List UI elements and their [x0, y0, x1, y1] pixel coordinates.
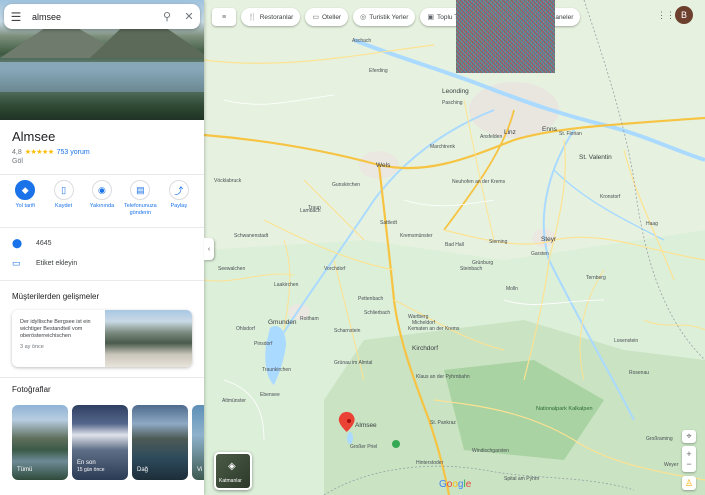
collapse-panel-button[interactable]: ‹: [204, 238, 214, 260]
chip-attractions-label: Turistik Yerler: [369, 13, 409, 21]
location-icon: ⬤: [12, 237, 23, 248]
transit-icon: ▣: [427, 14, 434, 21]
chip-restaurants[interactable]: 🍴 Restoranlar: [241, 8, 301, 26]
rating-row: 4,8 ★★★★★ 753 yorum: [12, 148, 90, 157]
fork-knife-icon: 🍴: [248, 14, 257, 21]
layers-menu-button[interactable]: ≡: [212, 8, 236, 26]
place-panel: ☰ almsee ⚲ ✕ Almsee 4,8 ★★★★★ 753 yorum …: [0, 0, 204, 495]
share-button[interactable]: ⤴ Paylaş: [161, 180, 197, 222]
pegman-icon: ♙: [684, 477, 694, 488]
photo-tile-label: Vi: [197, 466, 203, 473]
pegman-button[interactable]: ♙: [682, 476, 696, 490]
my-location-button[interactable]: ⌖: [682, 430, 696, 443]
search-input[interactable]: almsee: [28, 12, 156, 22]
nearby-button[interactable]: ◉ Yakınında: [84, 180, 120, 222]
place-category: Göl: [12, 158, 23, 165]
chip-hotels[interactable]: ▭ Oteller: [305, 8, 349, 26]
nearby-label: Yakınında: [89, 203, 115, 209]
save-label: Kaydet: [55, 203, 73, 209]
close-icon[interactable]: ✕: [178, 4, 200, 29]
share-icon: ⤴: [168, 180, 189, 200]
search-bar[interactable]: ☰ almsee ⚲ ✕: [4, 4, 200, 29]
google-logo: Google: [439, 479, 472, 490]
photo-tile-label: En son: [77, 459, 96, 466]
add-label-row[interactable]: ▭ Etiket ekleyin: [0, 254, 204, 272]
send-to-phone-label: Telefonunuza gönderin: [123, 203, 157, 216]
directions-button[interactable]: ◆ Yol tarifi: [7, 180, 43, 222]
zoom-controls: + −: [682, 446, 696, 472]
directions-label: Yol tarifi: [15, 203, 35, 209]
hamburger-menu-icon[interactable]: ☰: [4, 4, 28, 29]
bed-icon: ▭: [312, 14, 319, 21]
apps-grid-icon[interactable]: ⋮⋮: [657, 10, 675, 20]
divider: [0, 174, 204, 175]
zoom-out-button[interactable]: −: [686, 459, 691, 469]
plus-code: 4645: [36, 239, 52, 247]
highlight-card[interactable]: Der idyllische Bergsee ist ein wichtiger…: [12, 310, 192, 367]
chip-restaurants-label: Restoranlar: [259, 13, 294, 21]
plus-code-row[interactable]: ⬤ 4645: [0, 234, 204, 252]
divider: [0, 227, 204, 228]
layers-label: Katmanlar: [219, 478, 242, 484]
photo-tile-label: Tümü: [17, 466, 33, 473]
send-to-phone-button[interactable]: ▤ Telefonunuza gönderin: [122, 180, 158, 222]
highlights-title: Müşterilerden gelişmeler: [12, 292, 100, 301]
place-title: Almsee: [12, 129, 56, 144]
search-icon[interactable]: ⚲: [156, 4, 178, 29]
layers-icon: ≡: [221, 13, 227, 21]
chip-pharmacies-label: zaneler: [552, 13, 574, 21]
highlight-photo: [105, 310, 192, 367]
map-graphics: [204, 0, 705, 495]
noise-overlay: [456, 0, 555, 73]
add-label-text: Etiket ekleyin: [36, 259, 78, 267]
share-label: Paylaş: [170, 203, 187, 209]
photo-tile-latest[interactable]: En son 15 gün önce: [72, 405, 128, 480]
avatar[interactable]: B: [675, 6, 693, 24]
photo-strip: Tümü En son 15 gün önce Dağ Vi: [12, 405, 204, 480]
crosshair-icon: ⌖: [686, 431, 692, 441]
directions-icon: ◆: [15, 180, 36, 200]
bookmark-icon: ▯: [53, 180, 74, 200]
chip-hotels-label: Oteller: [321, 13, 342, 21]
divider: [0, 280, 204, 281]
layers-icon: ◈: [228, 461, 236, 472]
send-to-phone-icon: ▤: [130, 180, 151, 200]
highlight-date: 3 ay önce: [20, 344, 44, 350]
photo-tile-mountain[interactable]: Dağ: [132, 405, 188, 480]
photo-tile-label: Dağ: [137, 466, 149, 473]
highlight-text: Der idyllische Bergsee ist ein wichtiger…: [20, 319, 91, 340]
star-rating-icon: ★★★★★: [24, 149, 54, 156]
label-icon: ▭: [12, 257, 21, 268]
save-button[interactable]: ▯ Kaydet: [46, 180, 82, 222]
chip-attractions[interactable]: ◎ Turistik Yerler: [353, 8, 416, 26]
nearby-icon: ◉: [91, 180, 112, 200]
photo-tile-sub: 15 gün önce: [77, 466, 105, 473]
maps-window: Linz Wels Enns St. Valentin Steyr Kirchd…: [0, 0, 705, 495]
chevron-left-icon: ‹: [207, 245, 211, 253]
layers-button[interactable]: ◈ Katmanlar: [214, 452, 252, 490]
action-bar: ◆ Yol tarifi ▯ Kaydet ◉ Yakınında ▤ Tele…: [0, 180, 204, 222]
photo-tile-all[interactable]: Tümü: [12, 405, 68, 480]
camera-icon: ◎: [360, 14, 367, 21]
photos-title: Fotoğraflar: [12, 385, 51, 394]
avatar-initial: B: [680, 10, 687, 20]
divider: [0, 377, 204, 378]
photo-tile-more[interactable]: Vi: [192, 405, 204, 480]
rating-value: 4,8: [12, 148, 22, 156]
reviews-link[interactable]: 753 yorum: [57, 149, 90, 156]
map-canvas[interactable]: Linz Wels Enns St. Valentin Steyr Kirchd…: [204, 0, 705, 495]
zoom-in-button[interactable]: +: [686, 449, 691, 459]
